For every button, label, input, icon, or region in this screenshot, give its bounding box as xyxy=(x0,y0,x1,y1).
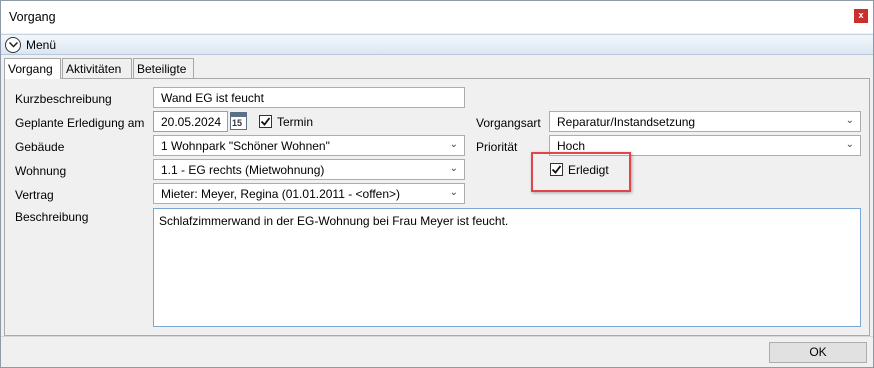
vorgangsart-select[interactable]: Reparatur/Instandsetzung ⌄ xyxy=(549,111,861,132)
close-button[interactable]: x xyxy=(854,9,868,23)
gebaeude-select[interactable]: 1 Wohnpark "Schöner Wohnen" ⌄ xyxy=(153,135,465,156)
chevron-down-icon[interactable] xyxy=(5,37,21,53)
vorgangsart-label: Vorgangsart xyxy=(476,116,541,130)
chevron-down-icon: ⌄ xyxy=(449,163,458,174)
erledigung-value: 20.05.2024 xyxy=(161,115,222,129)
footer-divider xyxy=(1,336,873,337)
beschreibung-textarea[interactable]: Schlafzimmerwand in der EG-Wohnung bei F… xyxy=(153,208,861,327)
kurzbeschreibung-value: Wand EG ist feucht xyxy=(161,91,264,105)
termin-label[interactable]: Termin xyxy=(277,115,313,129)
window-title: Vorgang xyxy=(9,10,56,24)
chevron-down-icon: ⌄ xyxy=(845,115,854,126)
wohnung-value: 1.1 - EG rechts (Mietwohnung) xyxy=(161,163,325,177)
chevron-down-icon: ⌄ xyxy=(449,187,458,198)
chevron-down-icon: ⌄ xyxy=(845,139,854,150)
prioritaet-label: Priorität xyxy=(476,140,518,154)
menu-bar[interactable]: Menü xyxy=(1,34,873,55)
kurzbeschreibung-label: Kurzbeschreibung xyxy=(15,92,112,106)
calendar-day: 15 xyxy=(232,118,243,128)
tab-beteiligte[interactable]: Beteiligte xyxy=(133,58,194,78)
beschreibung-value: Schlafzimmerwand in der EG-Wohnung bei F… xyxy=(159,214,509,228)
vertrag-select[interactable]: Mieter: Meyer, Regina (01.01.2011 - <off… xyxy=(153,183,465,204)
menu-label[interactable]: Menü xyxy=(26,38,56,52)
tab-aktivitaeten[interactable]: Aktivitäten xyxy=(62,58,132,78)
kurzbeschreibung-input[interactable]: Wand EG ist feucht xyxy=(153,87,465,108)
gebaeude-value: 1 Wohnpark "Schöner Wohnen" xyxy=(161,139,330,153)
ok-button[interactable]: OK xyxy=(769,342,867,363)
vorgangsart-value: Reparatur/Instandsetzung xyxy=(557,115,696,129)
calendar-icon[interactable]: 15 xyxy=(230,112,247,130)
gebaeude-label: Gebäude xyxy=(15,140,65,154)
wohnung-label: Wohnung xyxy=(15,164,67,178)
vorgang-dialog: Vorgang x Menü Vorgang Aktivitäten Betei… xyxy=(0,0,874,368)
chevron-down-icon: ⌄ xyxy=(449,139,458,150)
erledigung-date-input[interactable]: 20.05.2024 xyxy=(153,111,228,132)
title-bar: Vorgang x xyxy=(1,1,873,33)
vertrag-label: Vertrag xyxy=(15,188,54,202)
wohnung-select[interactable]: 1.1 - EG rechts (Mietwohnung) ⌄ xyxy=(153,159,465,180)
erledigt-checkbox[interactable] xyxy=(550,163,563,176)
vertrag-value: Mieter: Meyer, Regina (01.01.2011 - <off… xyxy=(161,187,401,201)
erledigt-label[interactable]: Erledigt xyxy=(568,163,609,177)
termin-checkbox[interactable] xyxy=(259,115,272,128)
tab-vorgang[interactable]: Vorgang xyxy=(4,58,61,79)
prioritaet-value: Hoch xyxy=(557,139,586,153)
erledigung-label: Geplante Erledigung am xyxy=(15,116,145,130)
beschreibung-label: Beschreibung xyxy=(15,210,89,224)
